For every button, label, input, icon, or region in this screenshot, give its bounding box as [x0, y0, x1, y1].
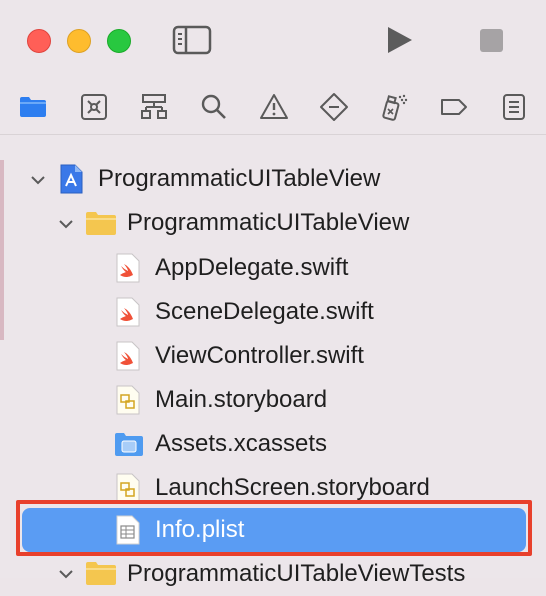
file-name: LaunchScreen.storyboard [155, 474, 430, 501]
debug-navigator-tab[interactable] [379, 92, 409, 122]
tree-row-file[interactable]: ViewController.swift [0, 334, 546, 378]
find-navigator-tab[interactable] [199, 92, 229, 122]
zoom-button[interactable] [107, 29, 131, 53]
chevron-down-icon[interactable] [58, 566, 74, 582]
xcode-window: ProgrammaticUITableView ProgrammaticUITa… [0, 0, 546, 587]
minimize-button[interactable] [67, 29, 91, 53]
breakpoint-tag-icon [441, 99, 467, 115]
file-name: Main.storyboard [155, 386, 328, 413]
stop-icon [480, 29, 503, 52]
tree-row-group-next[interactable]: ProgrammaticUITableViewTests [0, 552, 546, 596]
chevron-down-icon[interactable] [30, 172, 46, 188]
chevron-down-icon[interactable] [58, 216, 74, 232]
source-control-icon [81, 94, 107, 120]
symbol-navigator-tab[interactable] [139, 92, 169, 122]
swift-file-icon [116, 297, 140, 327]
file-name: AppDelegate.swift [155, 254, 349, 281]
folder-icon [20, 97, 46, 117]
swift-file-icon [116, 341, 140, 371]
storyboard-file-icon [116, 473, 140, 503]
hierarchy-icon [141, 94, 167, 119]
project-navigator-tab[interactable] [18, 92, 48, 122]
source-control-navigator-tab[interactable] [79, 92, 109, 122]
run-button[interactable] [383, 24, 415, 56]
tree-row-file[interactable]: AppDelegate.swift [0, 246, 546, 290]
test-diamond-icon [320, 93, 348, 121]
tree-row-project[interactable]: ProgrammaticUITableView [0, 158, 546, 202]
assets-folder-icon [115, 433, 143, 456]
tree-row-file[interactable]: Main.storyboard [0, 378, 546, 422]
test-navigator-tab[interactable] [319, 92, 349, 122]
play-icon [388, 27, 412, 53]
debug-spray-icon [382, 94, 408, 121]
swift-file-icon [116, 253, 140, 283]
warning-icon [260, 94, 288, 119]
folder-icon [86, 562, 116, 585]
file-name: Assets.xcassets [155, 430, 328, 457]
file-name: ViewController.swift [155, 342, 364, 369]
report-list-icon [503, 94, 525, 120]
search-icon [201, 94, 226, 119]
navigator-toolbar [0, 78, 546, 135]
annotation-highlight-box [16, 500, 532, 556]
issue-navigator-tab[interactable] [259, 92, 289, 122]
tree-row-file[interactable]: Assets.xcassets [0, 422, 546, 466]
tree-row-group[interactable]: ProgrammaticUITableView [0, 202, 546, 246]
group-name: ProgrammaticUITableViewTests [127, 560, 466, 587]
folder-icon [86, 212, 116, 235]
close-button[interactable] [27, 29, 51, 53]
sidebar-toggle-button[interactable] [172, 25, 212, 55]
project-name: ProgrammaticUITableView [98, 165, 381, 192]
stop-button[interactable] [479, 28, 504, 53]
group-name: ProgrammaticUITableView [127, 209, 410, 236]
storyboard-file-icon [116, 385, 140, 415]
breakpoint-navigator-tab[interactable] [439, 92, 469, 122]
tree-row-file[interactable]: SceneDelegate.swift [0, 290, 546, 334]
title-bar [0, 0, 546, 78]
file-name: SceneDelegate.swift [155, 298, 374, 325]
sidebar-icon [172, 25, 212, 55]
xcode-project-icon [60, 164, 83, 194]
report-navigator-tab[interactable] [499, 92, 529, 122]
